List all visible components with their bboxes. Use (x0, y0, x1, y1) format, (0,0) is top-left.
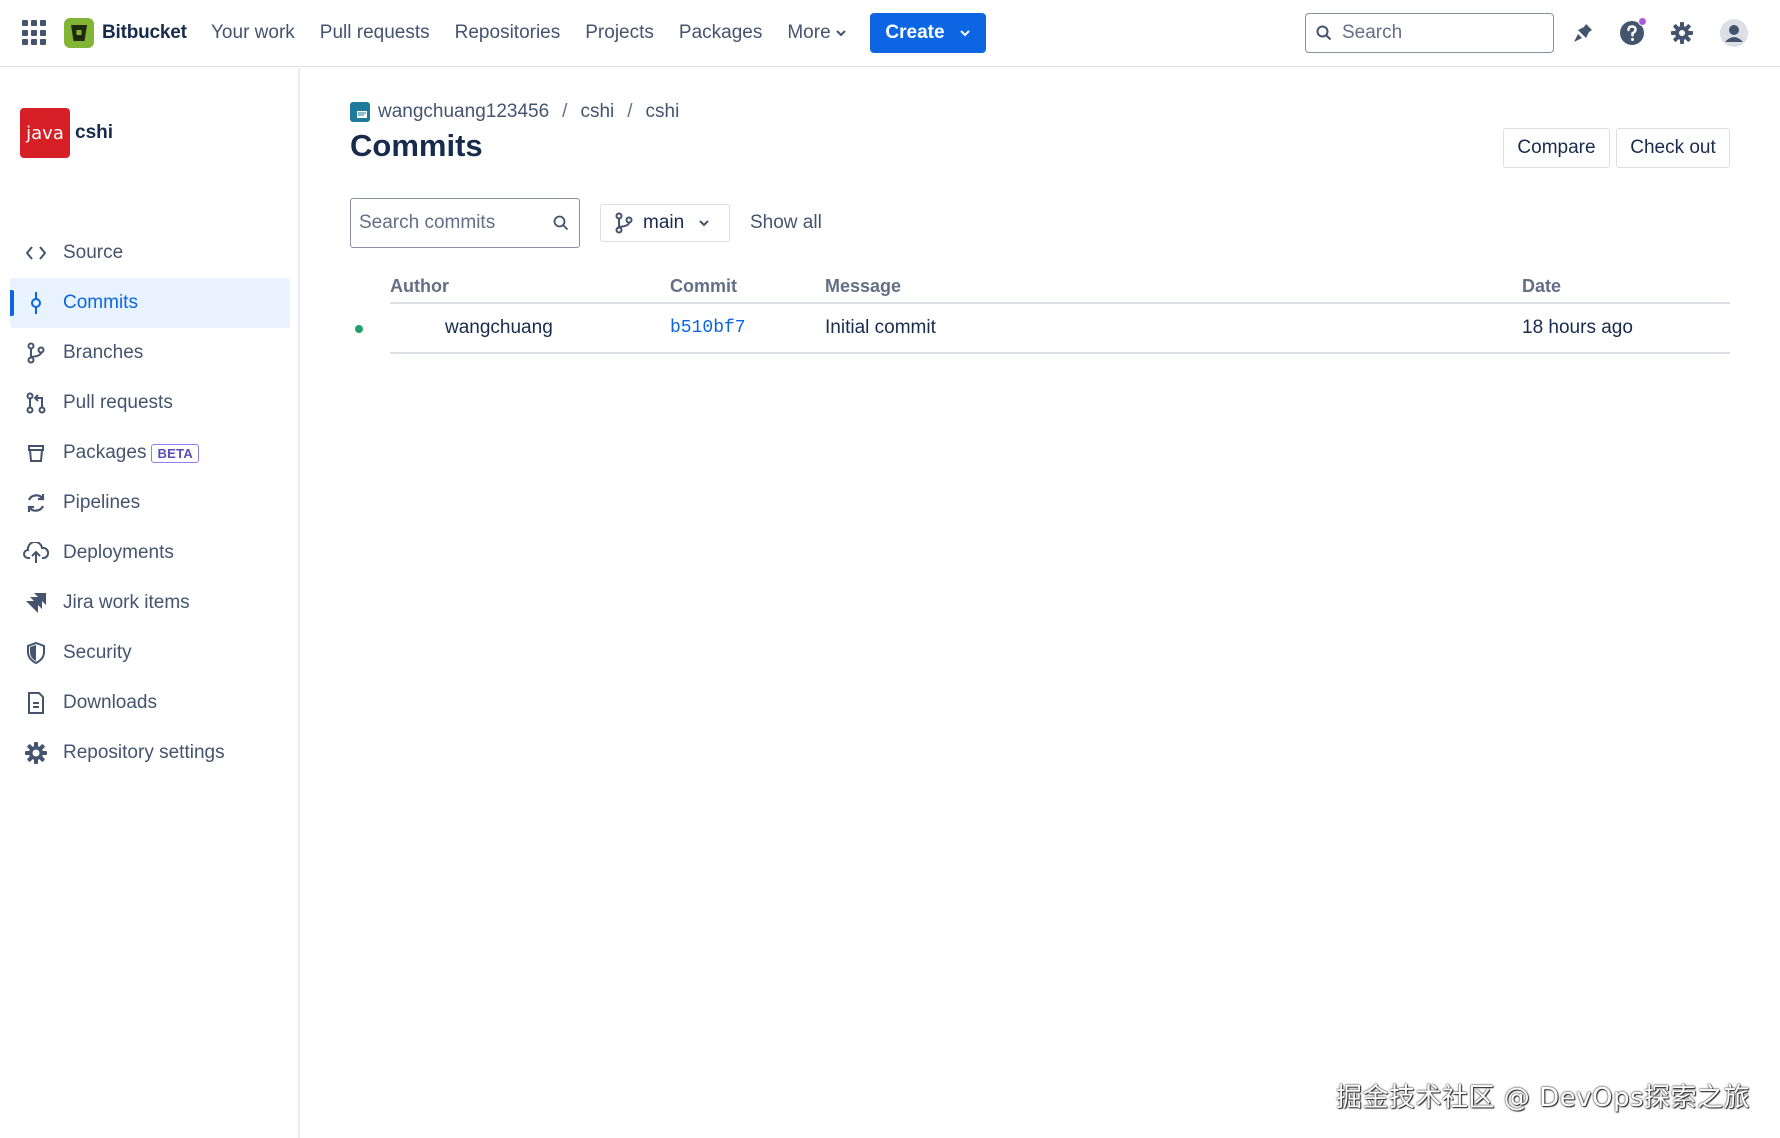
breadcrumb-workspace[interactable]: wangchuang123456 (378, 101, 549, 123)
sidebar-item-repository-settings[interactable]: Repository settings (10, 728, 290, 778)
search-icon (553, 215, 569, 231)
notifications-icon[interactable] (1567, 17, 1599, 49)
cloud-upload-icon (22, 539, 50, 567)
chevron-down-icon (959, 30, 970, 37)
repo-avatar: java (20, 108, 70, 158)
breadcrumb: wangchuang123456 / cshi / cshi (350, 101, 679, 123)
commit-date: 18 hours ago (1522, 317, 1633, 338)
bitbucket-logo[interactable]: Bitbucket (64, 18, 187, 48)
commit-author[interactable]: wangchuang (445, 317, 553, 339)
help-icon[interactable] (1616, 17, 1648, 49)
sidebar-item-jira-work-items[interactable]: Jira work items (10, 578, 290, 628)
sidebar-item-pipelines[interactable]: Pipelines (10, 478, 290, 528)
column-header-commit[interactable]: Commit (670, 276, 737, 297)
create-button[interactable]: Create (870, 13, 986, 53)
create-label: Create (885, 22, 945, 43)
pull-request-icon (22, 389, 50, 417)
commit-hash-link[interactable]: b510bf7 (670, 318, 746, 338)
build-status-indicator (355, 325, 363, 333)
sidebar-item-packages[interactable]: Packages BETA (10, 428, 290, 478)
sidebar-item-source[interactable]: Source (10, 228, 290, 278)
commit-search-field[interactable] (350, 198, 580, 248)
commit-icon (22, 289, 50, 317)
pipelines-icon (22, 489, 50, 517)
check-out-button[interactable]: Check out (1616, 128, 1730, 168)
branch-icon (615, 212, 633, 234)
settings-gear-icon[interactable] (1666, 17, 1698, 49)
table-header: Author Commit Message Date (390, 270, 1730, 304)
beta-badge: BETA (151, 443, 200, 463)
column-header-author[interactable]: Author (390, 276, 449, 297)
primary-nav: Your work Pull requests Repositories Pro… (211, 0, 863, 66)
breadcrumb-repository[interactable]: cshi (646, 101, 680, 123)
sidebar-item-label: Commits (63, 292, 138, 313)
commit-message[interactable]: Initial commit (825, 317, 936, 339)
nav-more-dropdown[interactable]: More (787, 22, 846, 44)
global-search[interactable] (1305, 13, 1554, 53)
watermark: 掘金技术社区 @ DevOps探索之旅 (1336, 1083, 1750, 1113)
chevron-down-icon (835, 30, 846, 37)
app-switcher-icon[interactable] (22, 20, 48, 46)
sidebar-item-label: Jira work items (63, 592, 190, 613)
top-navigation: Bitbucket Your work Pull requests Reposi… (0, 0, 1780, 67)
nav-your-work[interactable]: Your work (211, 22, 295, 44)
show-all-link[interactable]: Show all (750, 212, 822, 234)
branch-name: main (643, 212, 685, 233)
sidebar-item-pull-requests[interactable]: Pull requests (10, 378, 290, 428)
file-icon (22, 689, 50, 717)
search-input[interactable] (1342, 22, 1532, 44)
table-row[interactable]: wangchuang b510bf7 Initial commit 18 hou… (390, 304, 1730, 354)
breadcrumb-separator: / (627, 101, 633, 122)
search-icon (1316, 25, 1332, 41)
sidebar-item-label: Pull requests (63, 392, 173, 413)
page-title: Commits (350, 128, 483, 163)
sidebar-nav: Source Commits Branches Pull requests Pa… (10, 228, 290, 778)
compare-button[interactable]: Compare (1503, 128, 1610, 168)
branch-selector[interactable]: main (600, 204, 730, 242)
sidebar-item-label: Security (63, 642, 132, 663)
column-header-date[interactable]: Date (1522, 276, 1561, 297)
sidebar-item-security[interactable]: Security (10, 628, 290, 678)
workspace-icon (350, 102, 370, 122)
column-header-message[interactable]: Message (825, 276, 901, 297)
repo-name: cshi (75, 122, 114, 143)
code-icon (22, 239, 50, 267)
nav-pull-requests[interactable]: Pull requests (320, 22, 430, 44)
nav-repositories[interactable]: Repositories (455, 22, 561, 44)
sidebar-item-label: Repository settings (63, 742, 225, 763)
sidebar-item-downloads[interactable]: Downloads (10, 678, 290, 728)
nav-more-label: More (787, 22, 831, 43)
breadcrumb-separator: / (562, 101, 568, 122)
sidebar-item-label: Packages (63, 442, 147, 463)
logo-text: Bitbucket (102, 22, 187, 43)
user-avatar-icon[interactable] (1718, 17, 1750, 49)
sidebar-item-deployments[interactable]: Deployments (10, 528, 290, 578)
sidebar-item-branches[interactable]: Branches (10, 328, 290, 378)
sidebar-item-label: Deployments (63, 542, 174, 563)
shield-icon (22, 639, 50, 667)
gear-icon (22, 739, 50, 767)
package-icon (22, 439, 50, 467)
branch-icon (22, 339, 50, 367)
jira-icon (22, 589, 50, 617)
breadcrumb-project[interactable]: cshi (580, 101, 614, 123)
sidebar-item-commits[interactable]: Commits (10, 278, 290, 328)
notification-dot (1638, 17, 1647, 26)
sidebar-item-label: Branches (63, 342, 144, 363)
repo-sidebar: java cshi Source Commits Branches Pull r… (0, 68, 300, 1138)
chevron-down-icon (699, 220, 709, 227)
bitbucket-icon (64, 18, 94, 48)
sidebar-item-label: Pipelines (63, 492, 141, 513)
sidebar-item-label: Downloads (63, 692, 157, 713)
commits-table: Author Commit Message Date wangchuang b5… (390, 270, 1730, 354)
commit-search-input[interactable] (359, 212, 549, 234)
nav-projects[interactable]: Projects (585, 22, 654, 44)
repo-header[interactable]: java cshi (20, 108, 113, 158)
sidebar-item-label: Source (63, 242, 124, 263)
nav-packages[interactable]: Packages (679, 22, 762, 44)
